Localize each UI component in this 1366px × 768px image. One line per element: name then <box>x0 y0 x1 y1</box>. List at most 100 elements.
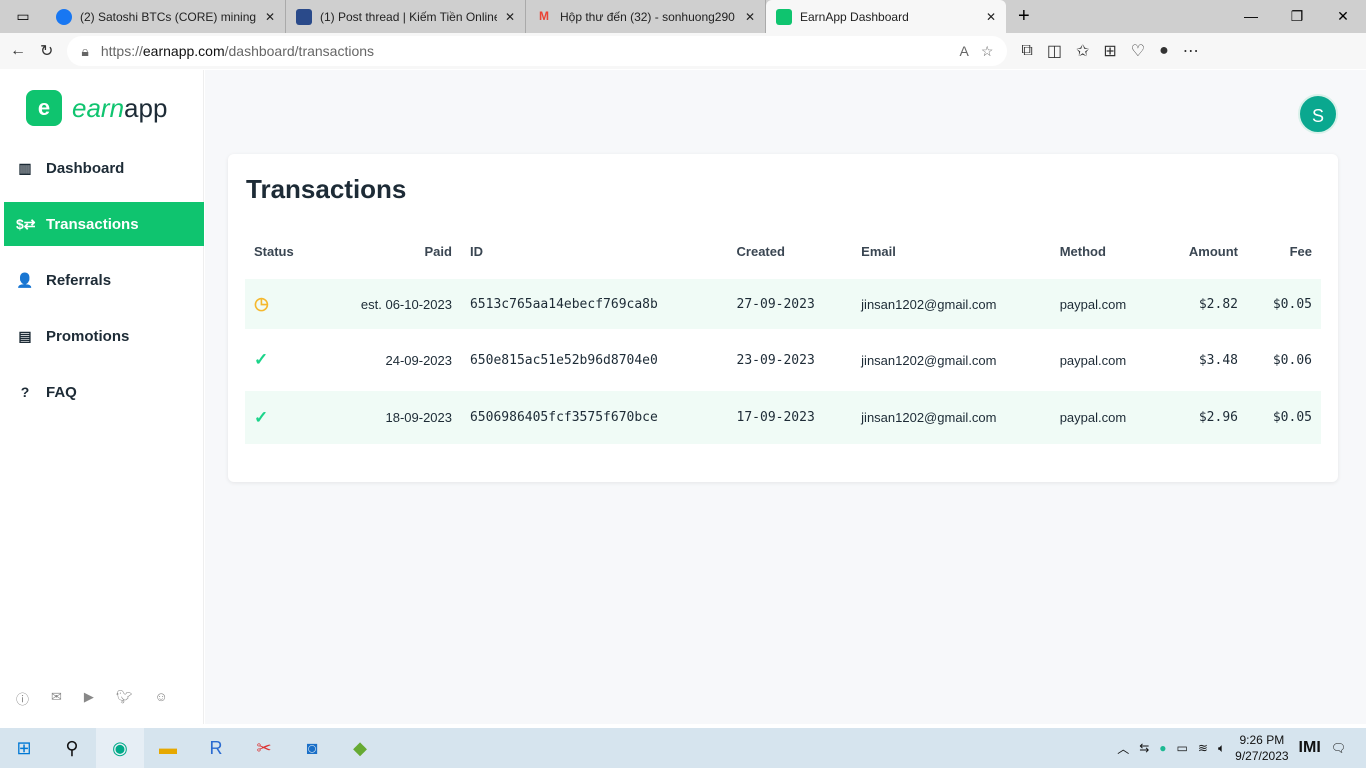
method: paypal.com <box>1050 276 1161 332</box>
paid-date: est. 06-10-2023 <box>319 276 461 332</box>
help-icon[interactable]: ⓘ <box>16 689 29 708</box>
user-icon: 👤 <box>16 271 34 288</box>
col-status: Status <box>254 244 294 259</box>
email: jinsan1202@gmail.com <box>861 352 997 368</box>
split-screen-icon[interactable]: ◫ <box>1047 41 1062 61</box>
fee: $0.05 <box>1246 276 1321 332</box>
close-icon[interactable]: ✕ <box>986 10 996 24</box>
amount: $2.82 <box>1160 276 1247 332</box>
sidebar-item-transactions[interactable]: $⇄ Transactions <box>4 202 204 246</box>
clock[interactable]: 9:26 PM 9/27/2023 <box>1235 732 1288 764</box>
search-icon[interactable]: ⚲ <box>48 728 96 768</box>
mail-icon[interactable]: ✉ <box>51 689 62 708</box>
sidebar-item-faq[interactable]: ? FAQ <box>4 370 204 414</box>
app-icon[interactable]: R <box>192 728 240 768</box>
profile-icon[interactable]: ● <box>1159 42 1169 60</box>
windows-start-icon[interactable]: ⊞ <box>0 728 48 768</box>
volume-icon[interactable]: 🔈︎ <box>1218 741 1225 756</box>
collections-icon[interactable]: ⊞ <box>1103 41 1116 61</box>
favorite-icon[interactable]: ☆ <box>981 43 994 60</box>
col-method: Method <box>1059 244 1106 259</box>
clock-icon: ◷ <box>254 294 269 313</box>
browser-tab[interactable]: M Hộp thư đến (32) - sonhuong290 ✕ <box>526 0 766 33</box>
sidebar-item-promotions[interactable]: ▤ Promotions <box>4 314 204 358</box>
col-id: ID <box>469 244 483 259</box>
promotions-icon: ▤ <box>18 327 32 344</box>
transactions-card: Transactions Status Paid ID Created Emai… <box>228 154 1338 482</box>
edge-icon[interactable]: ◉ <box>96 728 144 768</box>
gmail-icon: M <box>539 8 549 23</box>
url-input[interactable]: 🔒︎ https://earnapp.com/dashboard/transact… <box>67 36 1008 66</box>
refresh-icon[interactable]: ↻ <box>40 41 53 61</box>
remote-desktop-icon[interactable]: ◙ <box>288 728 336 768</box>
fee: $0.05 <box>1246 388 1321 444</box>
chevron-up-icon[interactable]: ︿ <box>1117 740 1129 757</box>
time: 9:26 PM <box>1239 733 1285 747</box>
col-created: Created <box>736 244 785 259</box>
avatar[interactable]: S <box>1298 94 1338 134</box>
close-icon[interactable]: ✕ <box>745 10 755 24</box>
sidebar: e earnapp ▥ Dashboard $⇄ Transactions 👤 Refe… <box>4 70 204 724</box>
performance-icon[interactable]: ♡ <box>1131 41 1145 61</box>
sidebar-item-dashboard[interactable]: ▥ Dashboard <box>4 146 204 190</box>
back-icon[interactable]: ← <box>10 42 26 60</box>
created-date: 27-09-2023 <box>727 276 853 332</box>
table-row: ◷ est. 06-10-2023 6513c765aa14ebecf769ca… <box>245 276 1321 332</box>
close-window-icon[interactable]: ✕ <box>1320 8 1366 25</box>
sidebar-item-label: Referrals <box>46 271 112 289</box>
col-fee: Fee <box>1289 244 1312 259</box>
youtube-icon[interactable]: ▶ <box>84 689 94 708</box>
method: paypal.com <box>1059 352 1127 368</box>
check-circle-icon: ✓ <box>254 407 269 427</box>
extensions-icon[interactable]: ⧉ <box>1021 42 1032 60</box>
battery-icon[interactable]: ▭ <box>1177 741 1188 755</box>
col-email: Email <box>861 244 896 259</box>
sidebar-item-referrals[interactable]: 👤 Referrals <box>4 258 204 302</box>
taskbar: ⊞ ⚲ ◉ ▬ R ✂ ◙ ◆ ︿ ⇆ ● ▭ ≋ 🔈︎ 9:26 PM 9/27… <box>0 728 1366 768</box>
new-tab-icon[interactable]: + <box>1006 5 1042 28</box>
transaction-id: 650e815ac51e52b96d8704e0 <box>469 352 658 368</box>
more-icon[interactable]: ⋯ <box>1183 41 1199 61</box>
tab-title: EarnApp Dashboard <box>800 9 909 24</box>
browser-tab-active[interactable]: EarnApp Dashboard ✕ <box>766 0 1006 33</box>
col-paid: Paid <box>424 244 452 259</box>
close-icon[interactable]: ✕ <box>505 10 515 24</box>
check-circle-icon: ✓ <box>254 350 269 369</box>
wifi-icon[interactable]: ≋ <box>1198 741 1208 755</box>
url-path: /dashboard/transactions <box>224 43 375 59</box>
forum-icon <box>296 8 312 25</box>
settings-sliders-icon[interactable]: ⇆ <box>1139 741 1149 755</box>
file-explorer-icon[interactable]: ▬ <box>144 728 192 768</box>
notifications-icon[interactable]: 🗨︎ <box>1331 741 1346 755</box>
url-text: https://earnapp.com/dashboard/transactio… <box>101 43 374 59</box>
tray-app-icon[interactable]: ● <box>1159 741 1166 755</box>
minimize-icon[interactable]: — <box>1228 8 1274 25</box>
read-aloud-icon[interactable]: A <box>960 43 969 59</box>
tab-actions-icon[interactable]: ▭ <box>0 0 46 37</box>
question-icon: ? <box>20 384 30 400</box>
fee: $0.06 <box>1272 352 1312 368</box>
favorites-icon[interactable]: ✩ <box>1076 41 1089 61</box>
facebook-icon <box>56 8 72 25</box>
snipping-tool-icon[interactable]: ✂ <box>240 728 288 768</box>
twitter-icon[interactable]: 🐦︎ <box>116 689 133 708</box>
tab-title: (1) Post thread | Kiếm Tiền Online <box>320 9 497 24</box>
sidebar-item-label: Promotions <box>46 327 130 345</box>
amount: $2.96 <box>1160 388 1247 444</box>
email: jinsan1202@gmail.com <box>852 276 1051 332</box>
sidebar-item-label: Dashboard <box>46 159 125 177</box>
method: paypal.com <box>1050 388 1161 444</box>
browser-tab[interactable]: (2) Satoshi BTCs (CORE) mining V ✕ <box>46 0 286 33</box>
discord-icon[interactable]: ☺ <box>154 689 167 708</box>
email: jinsan1202@gmail.com <box>852 388 1051 444</box>
browser-tab[interactable]: (1) Post thread | Kiếm Tiền Online ✕ <box>286 0 526 33</box>
created-date: 17-09-2023 <box>727 388 853 444</box>
logo-mark: e <box>26 90 62 126</box>
page-title: Transactions <box>246 174 407 204</box>
app-tray-icon[interactable]: IMI <box>1299 739 1321 757</box>
close-icon[interactable]: ✕ <box>265 10 275 24</box>
bluestacks-icon[interactable]: ◆ <box>336 728 384 768</box>
earnapp-logo[interactable]: e earnapp <box>26 90 167 126</box>
restore-icon[interactable]: ❐ <box>1274 8 1320 25</box>
lock-icon: 🔒︎ <box>81 42 89 59</box>
